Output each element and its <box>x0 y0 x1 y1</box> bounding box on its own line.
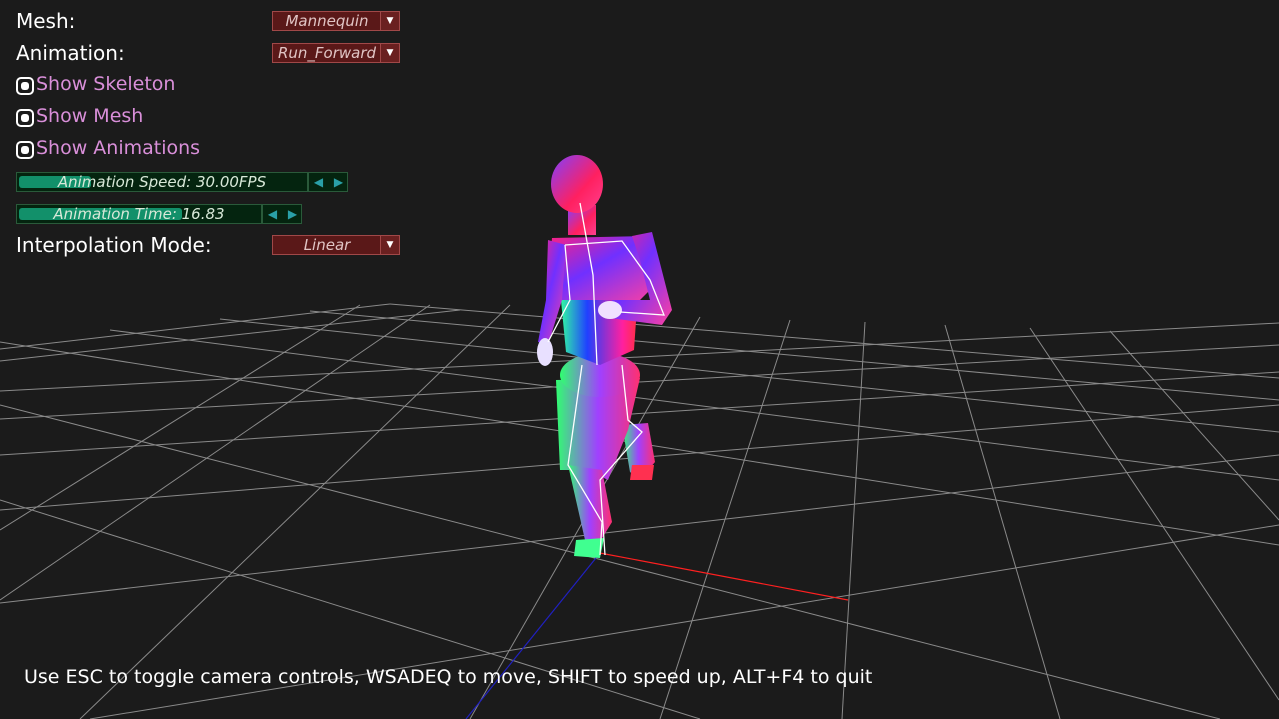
floor-grid <box>0 303 1279 719</box>
animation-dropdown-value: Run_Forward <box>277 44 377 62</box>
triangle-right-icon[interactable]: ▶ <box>283 205 302 223</box>
animation-speed-slider[interactable]: Animation Speed: 30.00FPS <box>16 172 308 192</box>
checkbox-icon[interactable] <box>16 141 34 159</box>
interpolation-mode-value: Linear <box>303 236 351 254</box>
triangle-left-icon[interactable]: ◀ <box>309 173 328 191</box>
triangle-left-icon[interactable]: ◀ <box>263 205 282 223</box>
checkbox-icon[interactable] <box>16 109 34 127</box>
triangle-right-icon[interactable]: ▶ <box>329 173 348 191</box>
mesh-dropdown-value: Mannequin <box>285 12 369 30</box>
show-skeleton-label[interactable]: Show Skeleton <box>36 73 175 95</box>
animation-speed-text: Animation Speed: 30.00FPS <box>57 173 267 191</box>
chevron-down-icon[interactable]: ▼ <box>380 44 399 62</box>
show-mesh-label[interactable]: Show Mesh <box>36 105 143 127</box>
interpolation-mode-dropdown[interactable]: Linear ▼ <box>272 235 400 255</box>
animation-label: Animation: <box>16 41 125 65</box>
checkbox-icon[interactable] <box>16 77 34 95</box>
interpolation-mode-label: Interpolation Mode: <box>16 233 212 257</box>
chevron-down-icon[interactable]: ▼ <box>380 12 399 30</box>
animation-time-text: Animation Time: 16.83 <box>53 205 225 223</box>
mesh-dropdown[interactable]: Mannequin ▼ <box>272 11 400 31</box>
x-axis-line <box>599 552 849 601</box>
mesh-label: Mesh: <box>16 9 76 33</box>
animation-time-stepper[interactable]: ◀ ▶ <box>262 204 302 224</box>
animation-time-slider[interactable]: Animation Time: 16.83 <box>16 204 262 224</box>
chevron-down-icon[interactable]: ▼ <box>380 236 399 254</box>
3d-viewport[interactable] <box>0 0 1279 719</box>
animation-speed-stepper[interactable]: ◀ ▶ <box>308 172 348 192</box>
help-text: Use ESC to toggle camera controls, WSADE… <box>24 666 873 688</box>
z-axis-line <box>465 552 601 719</box>
animation-dropdown[interactable]: Run_Forward ▼ <box>272 43 400 63</box>
show-animations-label[interactable]: Show Animations <box>36 137 200 159</box>
